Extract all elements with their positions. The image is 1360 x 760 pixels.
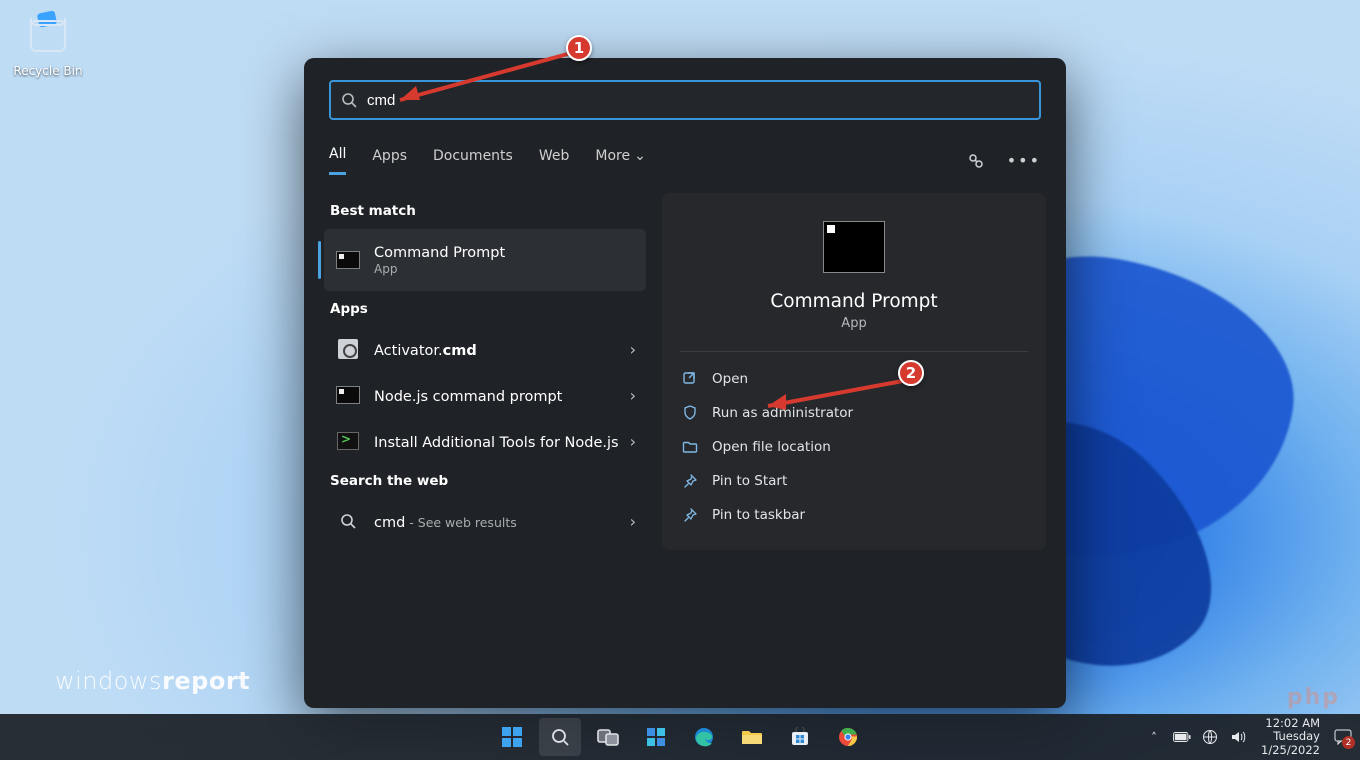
taskbar-search[interactable] — [539, 718, 581, 756]
pin-icon — [682, 473, 698, 489]
edge-icon — [693, 726, 715, 748]
taskbar-edge[interactable] — [683, 718, 725, 756]
taskbar-chrome[interactable] — [827, 718, 869, 756]
result-node-tools[interactable]: Install Additional Tools for Node.js › — [324, 419, 646, 463]
recycle-bin[interactable]: Recycle Bin — [12, 10, 84, 78]
search-icon — [550, 727, 570, 747]
taskbar: ˄ 12:02 AM Tuesday 1/25/2022 — [0, 714, 1360, 760]
chevron-right-icon: › — [630, 386, 636, 405]
section-search-web: Search the web — [330, 473, 640, 489]
taskbar-explorer[interactable] — [731, 718, 773, 756]
taskbar-center — [491, 718, 869, 756]
start-button[interactable] — [491, 718, 533, 756]
search-icon — [336, 509, 360, 533]
recycle-bin-label: Recycle Bin — [12, 64, 84, 78]
task-view-icon — [597, 728, 619, 746]
search-icon — [341, 92, 357, 108]
action-pin-taskbar[interactable]: Pin to taskbar — [662, 498, 1046, 532]
tab-documents[interactable]: Documents — [433, 148, 513, 174]
search-filter-tabs: All Apps Documents Web More⌄ ••• — [329, 146, 1041, 175]
pin-icon — [682, 507, 698, 523]
result-activator-cmd[interactable]: Activator.cmd › — [324, 327, 646, 371]
preview-subtitle: App — [662, 316, 1046, 331]
section-apps: Apps — [330, 301, 640, 317]
tab-web[interactable]: Web — [539, 148, 570, 174]
results-column: Best match Command Prompt App Apps Activ… — [324, 193, 646, 550]
action-pin-start[interactable]: Pin to Start — [662, 464, 1046, 498]
desktop: Recycle Bin windowsreport php All Apps D… — [0, 0, 1360, 760]
folder-icon — [682, 439, 698, 455]
open-icon — [682, 371, 698, 387]
network-icon[interactable] — [1201, 728, 1219, 746]
volume-icon[interactable] — [1229, 728, 1247, 746]
watermark-windowsreport: windowsreport — [55, 667, 250, 695]
shield-icon — [682, 405, 698, 421]
chevron-down-icon: ⌄ — [634, 148, 646, 164]
store-icon — [790, 727, 810, 747]
watermark-php: php — [1287, 685, 1340, 710]
taskbar-taskview[interactable] — [587, 718, 629, 756]
folder-icon — [741, 728, 763, 746]
annotation-badge-2: 2 — [898, 360, 924, 386]
chevron-right-icon: › — [630, 432, 636, 451]
battery-icon[interactable] — [1173, 728, 1191, 746]
notifications-icon[interactable] — [1334, 728, 1352, 746]
result-web-cmd[interactable]: cmd - See web results › — [324, 499, 646, 543]
tab-all[interactable]: All — [329, 146, 346, 175]
annotation-badge-1: 1 — [566, 35, 592, 61]
recycle-bin-icon — [28, 18, 68, 62]
result-best-match[interactable]: Command Prompt App — [324, 229, 646, 291]
taskbar-store[interactable] — [779, 718, 821, 756]
chrome-icon — [838, 727, 858, 747]
tray-chevron-up-icon[interactable]: ˄ — [1145, 728, 1163, 746]
chevron-right-icon: › — [630, 512, 636, 531]
command-prompt-icon — [336, 248, 360, 272]
search-settings-icon[interactable] — [967, 152, 985, 170]
windows-icon — [501, 726, 523, 748]
widgets-icon — [646, 727, 666, 747]
node-tools-icon — [336, 429, 360, 453]
action-open-location[interactable]: Open file location — [662, 430, 1046, 464]
separator — [680, 351, 1028, 352]
taskbar-clock[interactable]: 12:02 AM Tuesday 1/25/2022 — [1261, 717, 1320, 757]
more-options-icon[interactable]: ••• — [1007, 151, 1041, 170]
terminal-icon — [336, 383, 360, 407]
taskbar-widgets[interactable] — [635, 718, 677, 756]
preview-command-prompt-icon — [823, 221, 885, 273]
result-nodejs-prompt[interactable]: Node.js command prompt › — [324, 373, 646, 417]
start-search-panel: All Apps Documents Web More⌄ ••• Best ma… — [304, 58, 1066, 708]
cmd-file-icon — [336, 337, 360, 361]
preview-title: Command Prompt — [662, 291, 1046, 312]
system-tray: ˄ 12:02 AM Tuesday 1/25/2022 — [1145, 714, 1352, 760]
tab-apps[interactable]: Apps — [372, 148, 407, 174]
tab-more[interactable]: More⌄ — [595, 148, 645, 174]
section-best-match: Best match — [330, 203, 640, 219]
chevron-right-icon: › — [630, 340, 636, 359]
